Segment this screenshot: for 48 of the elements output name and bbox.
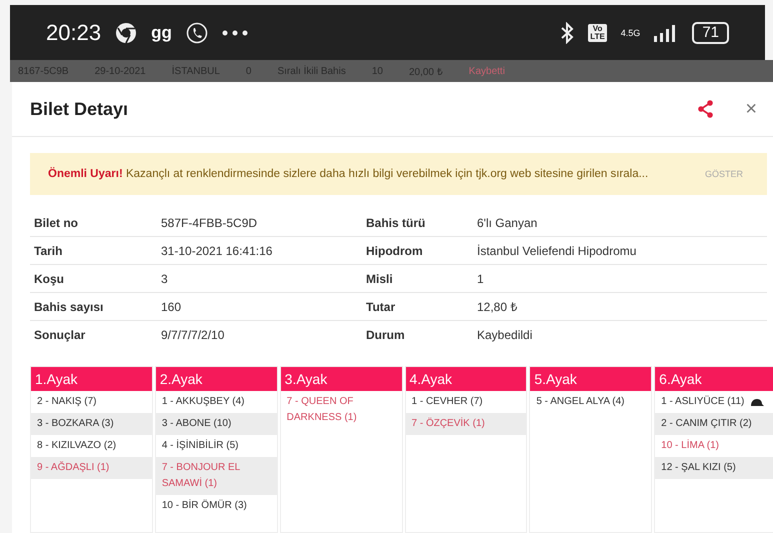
horse-entry: 9 - AĞDAŞLI (1) xyxy=(31,457,152,479)
phone-icon xyxy=(186,22,208,44)
volte-badge: Vo LTE xyxy=(588,24,607,42)
horse-entry: 3 - BOZKARA (3) xyxy=(31,413,152,435)
leg-header: 1.Ayak xyxy=(31,367,152,391)
bluetooth-icon xyxy=(560,22,574,44)
clock: 20:23 xyxy=(46,20,102,46)
field-label: Koşu xyxy=(30,265,157,293)
field-value: 31-10-2021 16:41:16 xyxy=(157,237,362,265)
field-value: 587F-4FBB-5C9D xyxy=(157,209,362,237)
app-logo: gg xyxy=(151,24,172,41)
warning-text: Önemli Uyarı! Kazançlı at renklendirmesinde sizlere daha hızlı bilgi verebilmek için tjk.org web sitesine girilen sırala... xyxy=(48,168,650,180)
field-value: 3 xyxy=(157,265,362,293)
field-label: Sonuçlar xyxy=(33,326,86,344)
leg-header: 5.Ayak xyxy=(530,367,652,391)
field-label: Durum xyxy=(365,326,406,344)
share-button[interactable] xyxy=(697,100,716,118)
field-value: 160 xyxy=(157,293,362,321)
field-value: 6'lı Ganyan xyxy=(473,209,767,237)
horse-entry: 7 - ÖZÇEVİK (1) xyxy=(406,413,526,435)
field-label: Tarih xyxy=(30,237,157,265)
dialog-title: Bilet Detayı xyxy=(30,98,130,120)
horse-entry: 3 - ABONE (10) xyxy=(156,413,277,435)
field-value: İstanbul Veliefendi Hipodromu xyxy=(473,237,767,265)
leg-header: 6.Ayak xyxy=(655,367,773,391)
field-label: Hipodrom xyxy=(362,237,473,265)
close-button[interactable]: × xyxy=(745,98,757,120)
battery-indicator: 71 xyxy=(692,22,729,44)
field-value: 12,80 ₺ xyxy=(473,293,767,321)
cap-icon xyxy=(750,398,764,406)
more-icon xyxy=(222,30,248,36)
leg-header: 2.Ayak xyxy=(156,367,277,391)
field-label: Misli xyxy=(362,265,473,293)
field-label: Tutar xyxy=(362,293,473,321)
field-value: Kaybedildi xyxy=(476,326,534,344)
horse-entry: 2 - CANIM ÇITIR (2) xyxy=(655,413,773,435)
horse-entry: 12 - ŞAL KIZI (5) xyxy=(655,457,773,479)
field-label: Bahis sayısı xyxy=(30,293,157,321)
field-label: Bilet no xyxy=(30,209,157,237)
leg-header: 3.Ayak xyxy=(280,367,402,391)
horse-entry: 7 - BONJOUR EL SAMAWİ (1) xyxy=(156,457,277,495)
status-text: Kaybetti xyxy=(468,66,505,76)
field-value: 1 xyxy=(473,265,767,293)
field-value: 9/7/7/7/2/10 xyxy=(160,326,226,344)
field-label: Bahis türü xyxy=(362,209,473,237)
browser-icon xyxy=(115,22,138,44)
leg-header: 4.Ayak xyxy=(406,367,526,391)
network-type: 4.5G xyxy=(620,28,640,38)
